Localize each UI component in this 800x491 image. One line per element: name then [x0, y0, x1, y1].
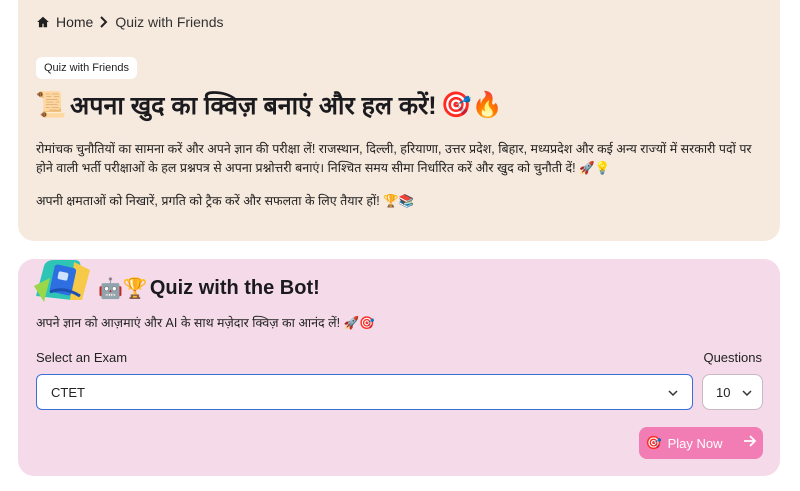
play-now-label: Play Now — [667, 435, 723, 451]
hero-description-secondary: अपनी क्षमताओं को निखारें, प्रगति को ट्रै… — [36, 194, 415, 208]
breadcrumb: Home Quiz with Friends — [36, 14, 224, 30]
robot-trophy-icon: 🤖🏆 — [98, 276, 148, 300]
exam-select-value: CTET — [51, 384, 85, 400]
target-icon: 🎯 — [645, 435, 662, 451]
target-fire-icon: 🎯🔥 — [440, 90, 503, 119]
page-title-text: अपना खुद का क्विज़ बनाएं और हल करें! — [70, 92, 437, 120]
chevron-right-icon — [99, 16, 109, 28]
scroll-icon: 📜 — [35, 90, 67, 119]
questions-select-label: Questions — [703, 350, 762, 365]
arrow-right-icon — [743, 434, 757, 452]
chevron-down-icon — [742, 385, 752, 400]
quiz-mascot-illustration — [30, 256, 96, 304]
bot-title-text: Quiz with the Bot! — [149, 276, 320, 299]
play-now-button[interactable]: 🎯 Play Now — [639, 427, 763, 459]
home-icon[interactable] — [36, 15, 50, 29]
bot-subtitle: अपने ज्ञान को आज़माएं और AI के साथ मज़ेद… — [36, 316, 375, 330]
page-title: 📜 अपना खुद का क्विज़ बनाएं और हल करें! 🎯… — [35, 88, 503, 122]
exam-select-label: Select an Exam — [36, 350, 128, 365]
questions-select-value: 10 — [716, 384, 731, 400]
hero-description: रोमांचक चुनौतियों का सामना करें और अपने … — [36, 142, 752, 175]
breadcrumb-current: Quiz with Friends — [115, 14, 224, 30]
chevron-down-icon — [668, 385, 678, 400]
bot-section-title: 🤖🏆 Quiz with the Bot! — [98, 276, 320, 300]
questions-select[interactable]: 10 — [702, 374, 763, 410]
breadcrumb-home[interactable]: Home — [56, 14, 93, 30]
section-tag: Quiz with Friends — [36, 57, 137, 79]
exam-select[interactable]: CTET — [36, 374, 693, 410]
